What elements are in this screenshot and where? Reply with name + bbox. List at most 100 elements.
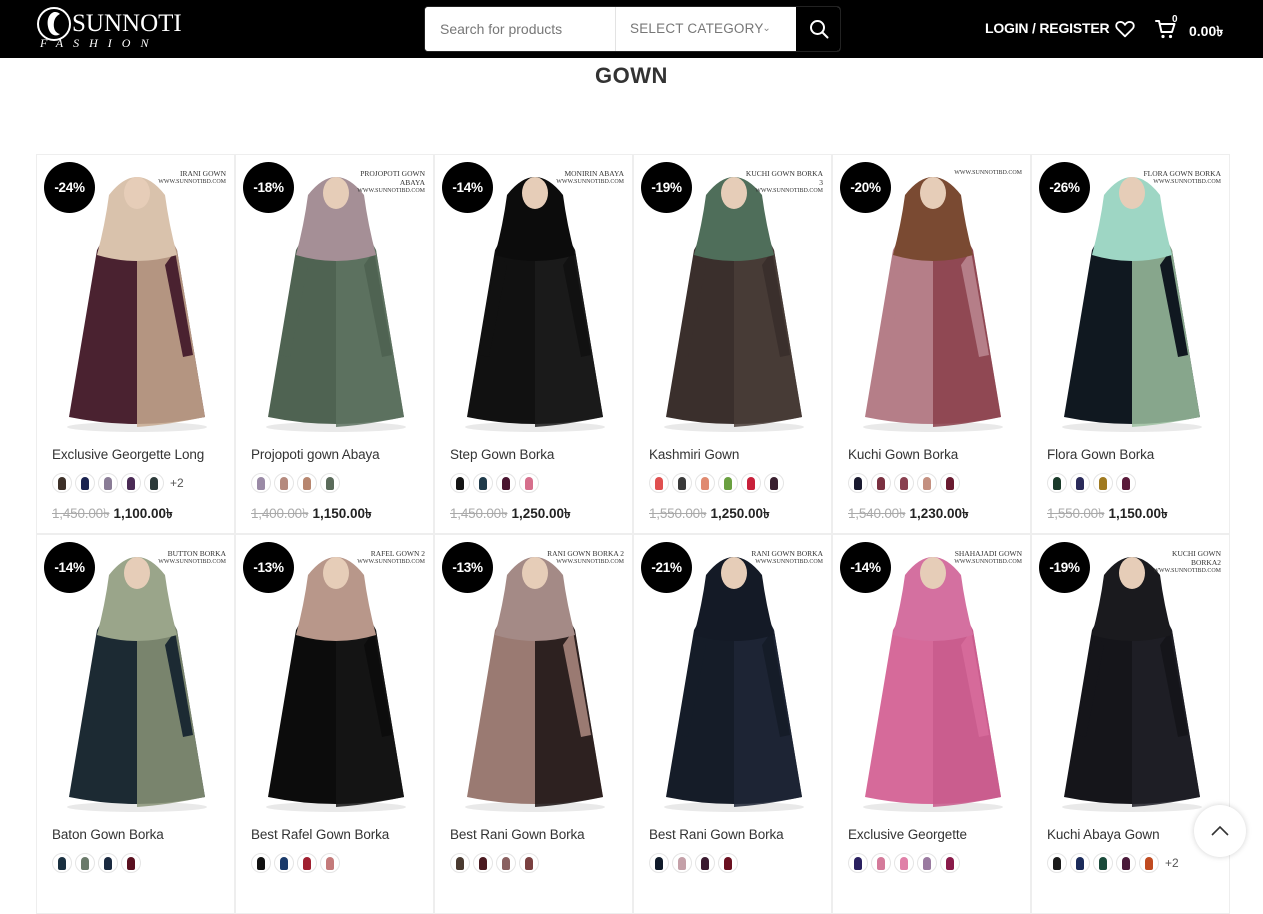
product-card[interactable]: SHAHAJADI GOWN WWW.SUNNOTIBD.COM -14% Exclu… — [832, 534, 1031, 914]
color-swatch[interactable] — [75, 853, 95, 873]
color-swatch[interactable] — [741, 473, 761, 493]
product-card[interactable]: KUCHI GOWN BORKA 3 WWW.SUNNOTIBD.COM -19% K… — [633, 154, 832, 534]
color-swatch[interactable] — [144, 473, 164, 493]
image-watermark: RAFEL GOWN 2 WWW.SUNNOTIBD.COM — [357, 549, 425, 565]
color-swatch[interactable] — [519, 473, 539, 493]
product-name[interactable]: Exclusive Georgette Long — [52, 447, 204, 462]
color-swatch[interactable] — [695, 473, 715, 493]
product-name[interactable]: Exclusive Georgette — [848, 827, 967, 842]
color-swatch[interactable] — [52, 473, 72, 493]
color-swatch[interactable] — [894, 473, 914, 493]
color-swatch[interactable] — [320, 473, 340, 493]
product-card[interactable]: PROJOPOTI GOWN ABAYA WWW.SUNNOTIBD.COM -18… — [235, 154, 434, 534]
color-swatch[interactable] — [672, 473, 692, 493]
color-swatch[interactable] — [274, 473, 294, 493]
product-card[interactable]: FLORA GOWN BORKA WWW.SUNNOTIBD.COM -26% Flo… — [1031, 154, 1230, 534]
product-name[interactable]: Step Gown Borka — [450, 447, 554, 462]
color-swatch[interactable] — [251, 473, 271, 493]
product-name[interactable]: Best Rani Gown Borka — [649, 827, 784, 842]
color-swatch[interactable] — [718, 473, 738, 493]
color-swatch[interactable] — [894, 853, 914, 873]
color-swatch[interactable] — [274, 853, 294, 873]
color-swatch[interactable] — [940, 473, 960, 493]
cart-total[interactable]: 0.00৳ — [1189, 20, 1223, 44]
product-name[interactable]: Baton Gown Borka — [52, 827, 164, 842]
product-name[interactable]: Kuchi Gown Borka — [848, 447, 958, 462]
color-swatch[interactable] — [718, 853, 738, 873]
color-swatch[interactable] — [672, 853, 692, 873]
color-swatch[interactable] — [1070, 853, 1090, 873]
color-swatch[interactable] — [917, 473, 937, 493]
color-swatch[interactable] — [649, 853, 669, 873]
search-button[interactable] — [796, 7, 840, 51]
image-watermark: BUTTON BORKA WWW.SUNNOTIBD.COM — [158, 549, 226, 565]
product-card[interactable]: WWW.SUNNOTIBD.COM -20% Kuchi Gown Borka 1,5… — [832, 154, 1031, 534]
product-card[interactable]: IRANI GOWN WWW.SUNNOTIBD.COM -24% Exclusive… — [36, 154, 235, 534]
color-swatch[interactable] — [52, 853, 72, 873]
color-swatch[interactable] — [450, 473, 470, 493]
heart-icon[interactable] — [1114, 18, 1136, 40]
color-swatch[interactable] — [450, 853, 470, 873]
color-swatch[interactable] — [297, 473, 317, 493]
color-swatch[interactable] — [1139, 853, 1159, 873]
product-name[interactable]: Kuchi Abaya Gown — [1047, 827, 1160, 842]
color-swatch[interactable] — [519, 853, 539, 873]
color-swatch[interactable] — [75, 473, 95, 493]
color-swatch[interactable] — [1116, 853, 1136, 873]
login-register-link[interactable]: LOGIN / REGISTER — [985, 20, 1110, 36]
more-colors-count[interactable]: +2 — [170, 476, 184, 490]
product-name[interactable]: Projopoti gown Abaya — [251, 447, 380, 462]
color-swatch[interactable] — [848, 473, 868, 493]
product-name[interactable]: Best Rani Gown Borka — [450, 827, 585, 842]
search-bar: SELECT CATEGORY ⌄ — [424, 6, 841, 52]
color-swatches — [848, 473, 960, 493]
product-price: 1,450.00৳ 1,100.00৳ — [52, 503, 173, 526]
color-swatch[interactable] — [1116, 473, 1136, 493]
color-swatch[interactable] — [121, 473, 141, 493]
color-swatch[interactable] — [848, 853, 868, 873]
color-swatch[interactable] — [320, 853, 340, 873]
color-swatch[interactable] — [496, 473, 516, 493]
category-select[interactable]: SELECT CATEGORY ⌄ — [615, 7, 795, 51]
color-swatch[interactable] — [940, 853, 960, 873]
product-name[interactable]: Flora Gown Borka — [1047, 447, 1154, 462]
color-swatch[interactable] — [473, 473, 493, 493]
color-swatch[interactable] — [1093, 853, 1113, 873]
product-card[interactable]: RANI GOWN BORKA WWW.SUNNOTIBD.COM -21% Best… — [633, 534, 832, 914]
color-swatch[interactable] — [695, 853, 715, 873]
color-swatch[interactable] — [1070, 473, 1090, 493]
color-swatches: +2 — [1047, 853, 1179, 873]
site-logo[interactable]: SUNNOTI FASHION — [36, 4, 182, 54]
product-price: 1,540.00৳ 1,230.00৳ — [848, 503, 969, 526]
color-swatch[interactable] — [871, 473, 891, 493]
product-name[interactable]: Kashmiri Gown — [649, 447, 739, 462]
product-card[interactable]: RAFEL GOWN 2 WWW.SUNNOTIBD.COM -13% Best Ra… — [235, 534, 434, 914]
color-swatch[interactable] — [1047, 853, 1067, 873]
old-price: 1,540.00৳ — [848, 506, 906, 521]
color-swatch[interactable] — [297, 853, 317, 873]
color-swatch[interactable] — [473, 853, 493, 873]
sale-price: 1,150.00৳ — [1108, 506, 1168, 521]
color-swatch[interactable] — [871, 853, 891, 873]
color-swatches — [450, 853, 539, 873]
scroll-to-top-button[interactable] — [1194, 805, 1246, 857]
product-card[interactable]: BUTTON BORKA WWW.SUNNOTIBD.COM -14% Baton G… — [36, 534, 235, 914]
color-swatch[interactable] — [917, 853, 937, 873]
color-swatch[interactable] — [251, 853, 271, 873]
color-swatch[interactable] — [98, 473, 118, 493]
color-swatch[interactable] — [764, 473, 784, 493]
color-swatch[interactable] — [649, 473, 669, 493]
more-colors-count[interactable]: +2 — [1165, 856, 1179, 870]
color-swatch[interactable] — [1093, 473, 1113, 493]
color-swatch[interactable] — [121, 853, 141, 873]
color-swatch[interactable] — [496, 853, 516, 873]
product-card[interactable]: MONIRIN ABAYA WWW.SUNNOTIBD.COM -14% Step G… — [434, 154, 633, 534]
search-icon — [809, 20, 828, 39]
color-swatch[interactable] — [98, 853, 118, 873]
product-card[interactable]: RANI GOWN BORKA 2 WWW.SUNNOTIBD.COM -13% Be… — [434, 534, 633, 914]
image-watermark: KUCHI GOWN BORKA2 WWW.SUNNOTIBD.COM — [1153, 549, 1221, 574]
search-input[interactable] — [425, 7, 615, 51]
color-swatch[interactable] — [1047, 473, 1067, 493]
product-name[interactable]: Best Rafel Gown Borka — [251, 827, 389, 842]
product-card[interactable]: KUCHI GOWN BORKA2 WWW.SUNNOTIBD.COM -19% Ku… — [1031, 534, 1230, 914]
